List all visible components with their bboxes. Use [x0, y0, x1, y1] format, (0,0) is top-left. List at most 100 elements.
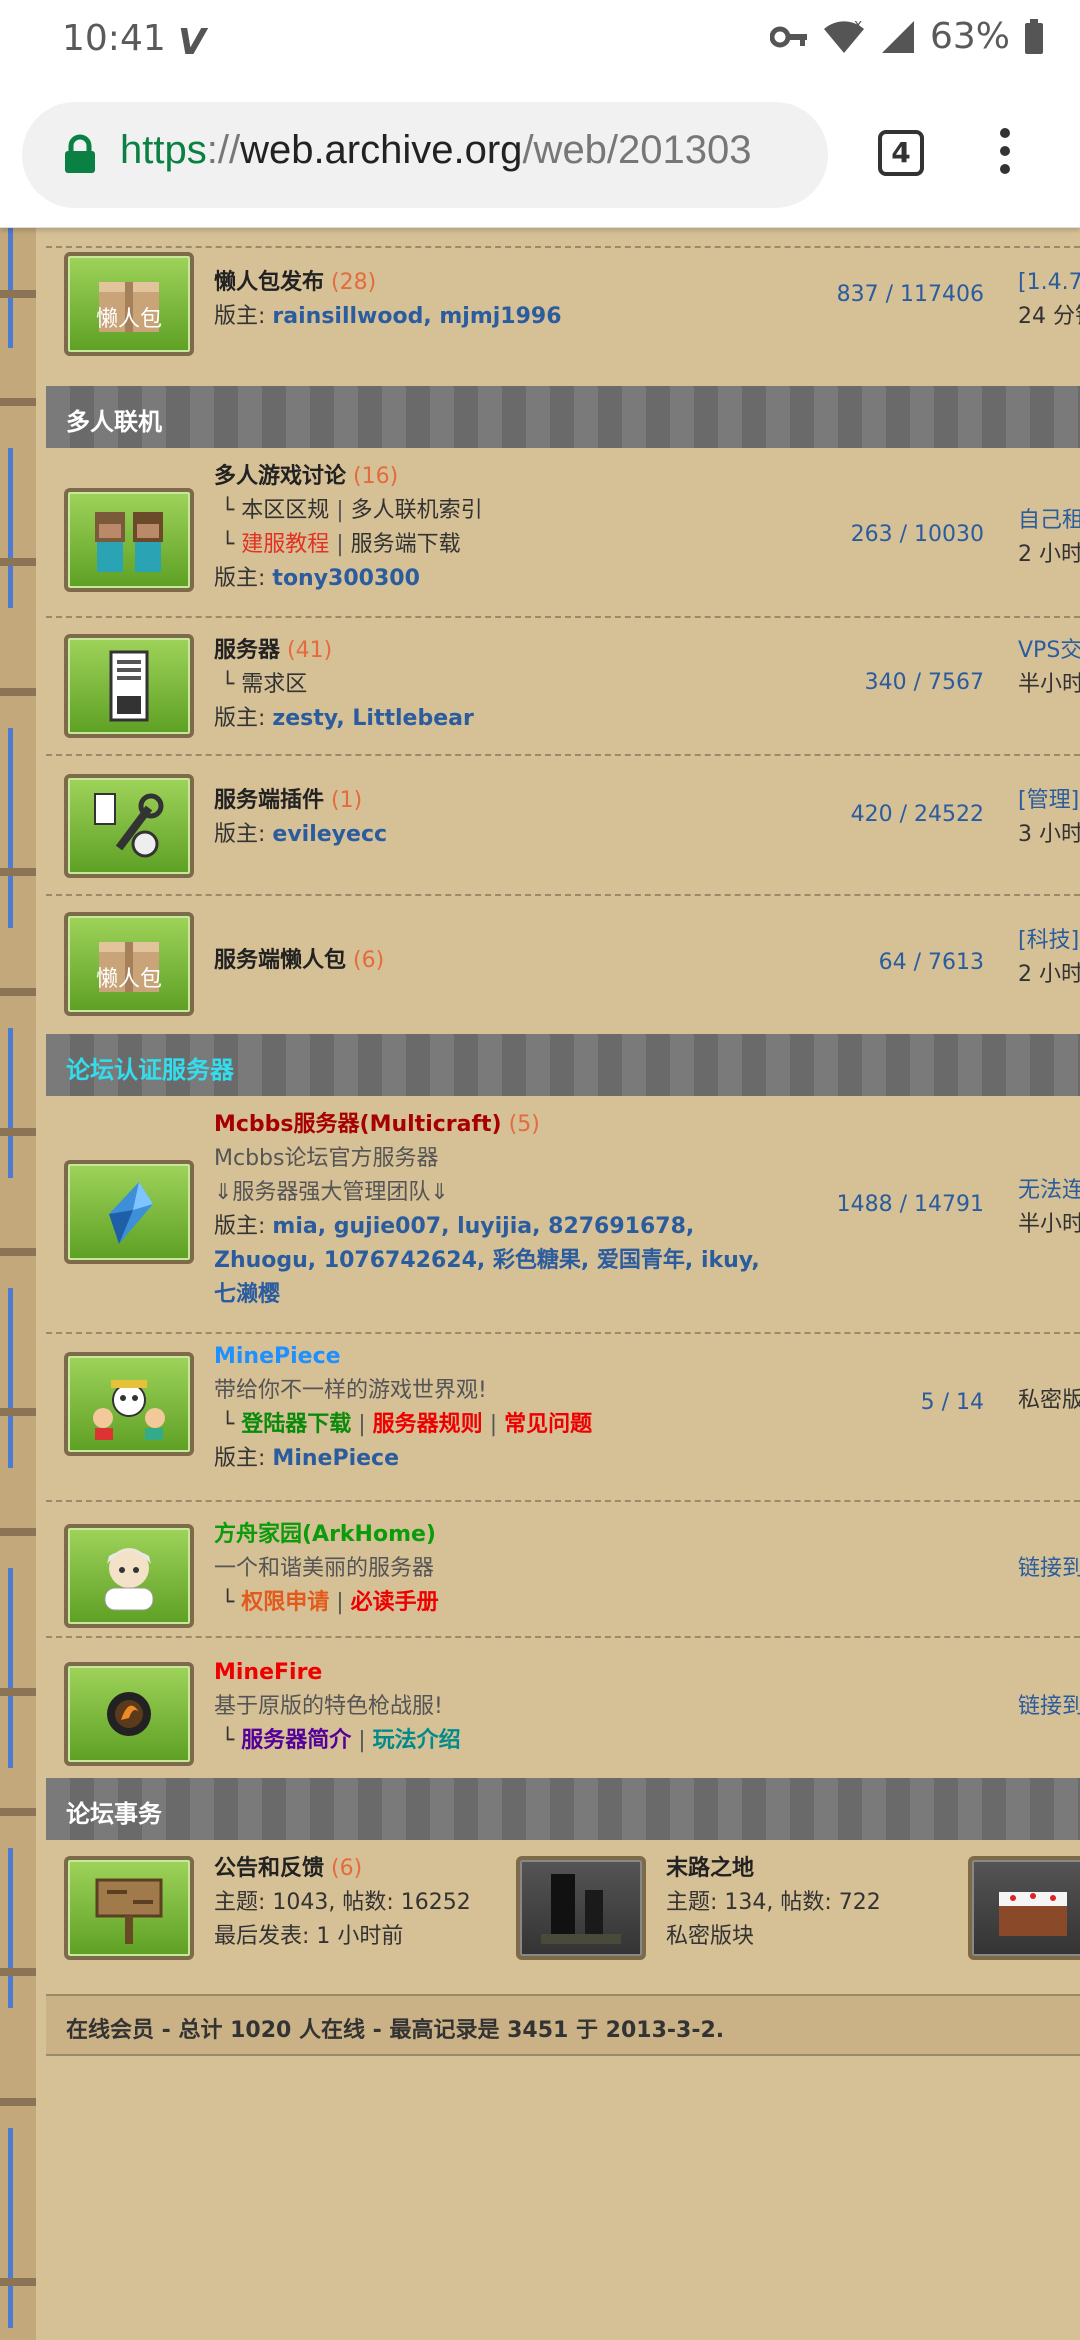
forum-description: 基于原版的特色枪战服! — [214, 1694, 443, 1719]
last-post[interactable]: 自己租 2 小时 — [1018, 504, 1080, 572]
forum-info-the-end[interactable]: 末路之地 主题: 134, 帖数: 722 私密版块 — [666, 1852, 881, 1954]
forum-name[interactable]: 服务端插件 — [214, 788, 324, 813]
signpost-icon — [95, 1878, 163, 1944]
forum-name[interactable]: 懒人包发布 — [214, 270, 324, 295]
section-header-forum-affairs[interactable]: 论坛事务 — [46, 1778, 1080, 1840]
last-post-title[interactable]: 自己租 — [1018, 504, 1080, 538]
overflow-menu-icon[interactable] — [990, 128, 1020, 182]
today-count: (28) — [331, 270, 377, 295]
forum-stats: 340 / 7567 — [864, 670, 984, 695]
wifi-icon: x — [823, 19, 864, 53]
forum-name[interactable]: 服务器 — [214, 638, 280, 663]
forum-row-minefire[interactable]: MineFire 基于原版的特色枪战服! └ 服务器简介 | 玩法介绍 链接到 — [46, 1656, 1080, 1786]
forum-name[interactable]: 多人游戏讨论 — [214, 464, 346, 489]
forum-stats: 837 / 117406 — [836, 282, 984, 307]
moderator-links[interactable]: Zhuogu, 1076742624, 彩色糖果, 爱国青年, ikuy, — [214, 1244, 760, 1278]
forum-description: ⇓服务器强大管理团队⇓ — [214, 1180, 449, 1205]
forum-row-multiplayer[interactable]: 多人游戏讨论 (16) └ 本区区规 | 多人联机索引 └ 建服教程 | 服务端… — [46, 460, 1080, 628]
forum-info: 方舟家园(ArkHome) 一个和谐美丽的服务器 └ 权限申请 | 必读手册 — [214, 1522, 439, 1615]
online-members-bar[interactable]: 在线会员 - 总计 1020 人在线 - 最高记录是 3451 于 2013-3… — [46, 1994, 1080, 2056]
forum-info: MinePiece 带给你不一样的游戏世界观! └ 登陆器下载 | 服务器规则 … — [214, 1344, 593, 1471]
moderator-links[interactable]: tony300300 — [272, 566, 419, 591]
subforum-link[interactable]: 玩法介绍 — [373, 1728, 461, 1753]
subforum-link[interactable]: 服务器简介 — [241, 1728, 351, 1753]
last-post-time: 最后发表: 1 小时前 — [214, 1924, 404, 1949]
subforum-link[interactable]: 本区区规 — [241, 498, 329, 523]
forum-stats: 420 / 24522 — [850, 802, 984, 827]
subforum-link[interactable]: 权限申请 — [241, 1590, 329, 1615]
forum-name[interactable]: 末路之地 — [666, 1856, 754, 1881]
forum-name[interactable]: 服务端懒人包 — [214, 948, 346, 973]
moderator-links[interactable]: evileyecc — [272, 822, 387, 847]
subforum-link[interactable]: 登陆器下载 — [241, 1412, 351, 1437]
last-post-title[interactable]: VPS交 — [1018, 634, 1080, 668]
moderator-links[interactable]: 七濑樱 — [214, 1278, 760, 1312]
forum-row-lazy-pack[interactable]: 懒人包 懒人包发布 (28) 版主: rainsillwood, mjmj199… — [46, 252, 1080, 358]
forum-stats: 64 / 7613 — [878, 950, 984, 975]
forum-row-mcbbs-server[interactable]: Mcbbs服务器(Multicraft) (5) Mcbbs论坛官方服务器 ⇓服… — [46, 1108, 1080, 1326]
left-decoration — [0, 228, 36, 2340]
moderator-links[interactable]: mia, gujie007, luyijia, 827691678, — [272, 1214, 694, 1239]
forum-content: 懒人包 懒人包发布 (28) 版主: rainsillwood, mjmj199… — [46, 228, 1080, 2340]
subforum-link[interactable]: 多人联机索引 — [351, 498, 483, 523]
subforum-link[interactable]: 服务器规则 — [373, 1412, 483, 1437]
moderator-label: 版主: — [214, 706, 266, 731]
tab-switcher-button[interactable]: 4 — [878, 130, 924, 176]
section-header-verified-servers[interactable]: 论坛认证服务器 — [46, 1034, 1080, 1096]
anime-character-icon — [104, 1548, 154, 1611]
forum-row-plugins[interactable]: 服务端插件 (1) 版主: evileyecc 420 / 24522 [管理]… — [46, 762, 1080, 892]
section-header-multiplayer[interactable]: 多人联机 — [46, 386, 1080, 448]
lock-icon — [65, 134, 95, 173]
redirect-link[interactable]: 链接到 — [1018, 1552, 1080, 1586]
last-post[interactable]: [科技] 2 小时 — [1018, 924, 1080, 992]
forum-row-server[interactable]: 服务器 (41) └ 需求区 版主: zesty, Littlebear 340… — [46, 624, 1080, 754]
forum-info-announcements[interactable]: 公告和反馈 (6) 主题: 1043, 帖数: 16252 最后发表: 1 小时… — [214, 1852, 471, 1954]
forum-description: 带给你不一样的游戏世界观! — [214, 1378, 487, 1403]
subforum-link[interactable]: 必读手册 — [351, 1590, 439, 1615]
forum-row-arkhome[interactable]: 方舟家园(ArkHome) 一个和谐美丽的服务器 └ 权限申请 | 必读手册 链… — [46, 1518, 1080, 1648]
forum-info: 服务端插件 (1) 版主: evileyecc — [214, 784, 387, 852]
url-field[interactable]: https://web.archive.org/web/201303 — [22, 102, 828, 208]
subforum-link[interactable]: 服务端下载 — [351, 532, 461, 557]
forum-thumbnail — [64, 1352, 194, 1456]
forum-row-minepiece[interactable]: MinePiece 带给你不一样的游戏世界观! └ 登陆器下载 | 服务器规则 … — [46, 1340, 1080, 1471]
subforum-link[interactable]: 需求区 — [241, 672, 307, 697]
moderator-links[interactable]: rainsillwood, mjmj1996 — [272, 304, 561, 329]
forum-stats: 263 / 10030 — [850, 522, 984, 547]
forum-name[interactable]: MineFire — [214, 1660, 322, 1685]
forum-name[interactable]: 公告和反馈 — [214, 1856, 324, 1881]
forum-info: MineFire 基于原版的特色枪战服! └ 服务器简介 | 玩法介绍 — [214, 1660, 461, 1753]
forum-info: Mcbbs服务器(Multicraft) (5) Mcbbs论坛官方服务器 ⇓服… — [214, 1108, 760, 1312]
last-post-title[interactable]: [科技] — [1018, 924, 1080, 958]
forum-stats: 主题: 1043, 帖数: 16252 — [214, 1890, 471, 1915]
forum-name[interactable]: MinePiece — [214, 1344, 341, 1369]
subforum-link[interactable]: 建服教程 — [241, 532, 329, 557]
last-post[interactable]: 私密版 — [1018, 1384, 1080, 1418]
forum-name[interactable]: Mcbbs服务器(Multicraft) — [214, 1112, 502, 1137]
last-post[interactable]: [1.4.7] 24 分钟 — [1018, 266, 1080, 334]
last-post-title[interactable]: [管理] — [1018, 784, 1080, 818]
last-post-title: 私密版 — [1018, 1388, 1080, 1413]
forum-note: 私密版块 — [666, 1924, 755, 1949]
svg-text:懒人包: 懒人包 — [96, 967, 162, 992]
forum-name[interactable]: 方舟家园(ArkHome) — [214, 1522, 436, 1547]
forum-thumbnail — [64, 488, 194, 592]
forum-stats: 1488 / 14791 — [836, 1192, 984, 1217]
divider — [46, 1332, 1080, 1334]
last-post[interactable]: 无法连 半小时 — [1018, 1174, 1080, 1242]
last-post-title[interactable]: [1.4.7] — [1018, 266, 1080, 300]
last-post-time: 2 小时 — [1018, 962, 1080, 987]
last-post[interactable]: VPS交 半小时 — [1018, 634, 1080, 702]
moderator-links[interactable]: zesty, Littlebear — [272, 706, 473, 731]
redirect-link[interactable]: 链接到 — [1018, 1690, 1080, 1724]
url-text: https://web.archive.org/web/201303 — [120, 128, 752, 173]
forum-row-server-lazy-pack[interactable]: 懒人包 服务端懒人包 (6) 64 / 7613 [科技] 2 小时 — [46, 902, 1080, 1032]
cake-icon — [999, 1892, 1067, 1936]
moderator-links[interactable]: MinePiece — [272, 1446, 399, 1471]
subforum-link[interactable]: 常见问题 — [504, 1412, 592, 1437]
forum-info: 服务端懒人包 (6) — [214, 944, 384, 978]
pirate-characters-icon — [93, 1380, 165, 1440]
last-post-time: 2 小时 — [1018, 542, 1080, 567]
last-post-title[interactable]: 无法连 — [1018, 1174, 1080, 1208]
last-post[interactable]: [管理] 3 小时 — [1018, 784, 1080, 852]
